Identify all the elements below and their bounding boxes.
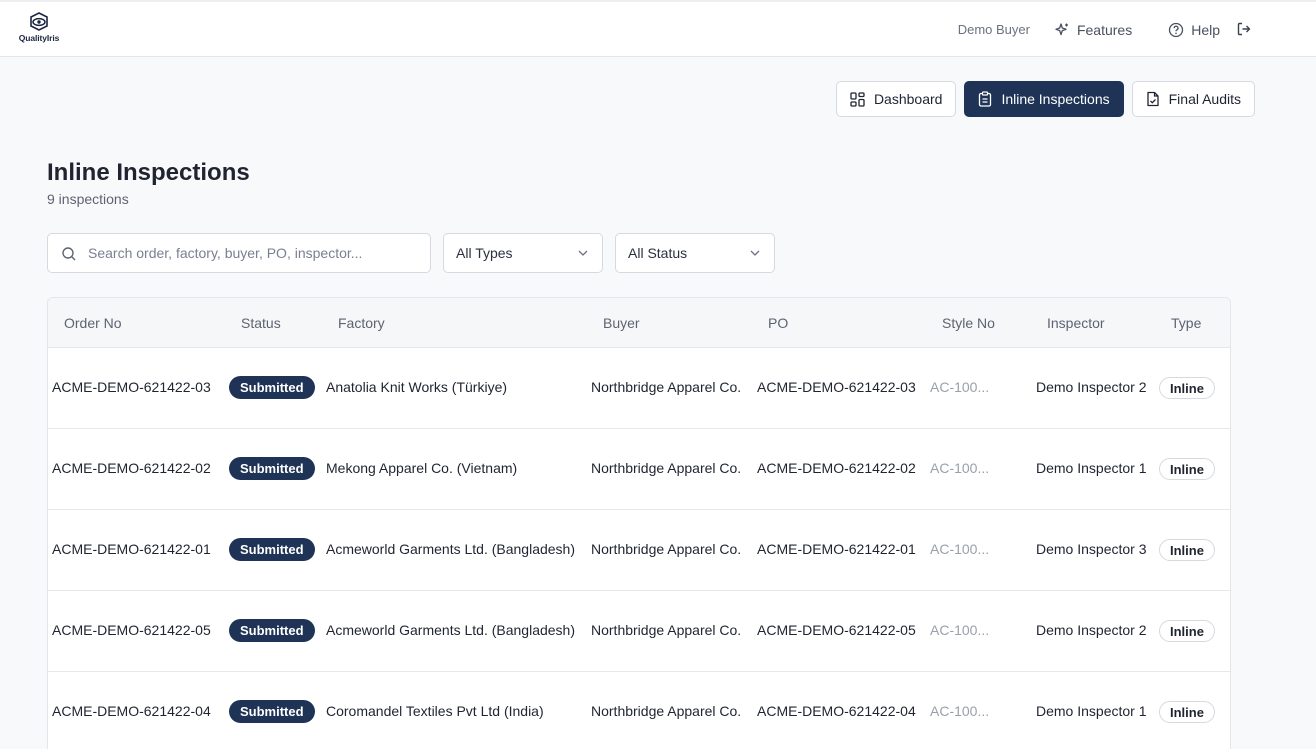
search-icon	[62, 247, 76, 261]
status-filter-select[interactable]: All Status	[615, 233, 775, 273]
table-header: Order No Status Factory Buyer PO Style N…	[48, 298, 1230, 348]
page-title: Inline Inspections	[47, 159, 250, 186]
top-bar: QualityIris Demo Buyer Features Help	[0, 0, 1316, 57]
search-box	[47, 233, 431, 273]
column-header-type[interactable]: Type	[1171, 315, 1201, 331]
features-label: Features	[1076, 21, 1133, 38]
status-badge: Submitted	[229, 619, 315, 642]
factory-cell: Acmeworld Garments Ltd. (Bangladesh)	[326, 541, 575, 557]
inline-inspections-button[interactable]: Inline Inspections	[964, 81, 1124, 117]
app-logo[interactable]: QualityIris	[14, 12, 64, 48]
order-no-cell: ACME-DEMO-621422-02	[52, 460, 211, 476]
style-no-cell: AC-100...	[930, 379, 990, 395]
column-header-order-no[interactable]: Order No	[64, 315, 122, 331]
logo-text: QualityIris	[18, 33, 60, 43]
factory-cell: Anatolia Knit Works (Türkiye)	[326, 379, 508, 395]
column-header-buyer[interactable]: Buyer	[603, 315, 640, 331]
factory-cell: Mekong Apparel Co. (Vietnam)	[326, 460, 518, 476]
buyer-cell: Northbridge Apparel Co.	[591, 703, 742, 719]
chevron-down-icon	[578, 250, 588, 256]
inspector-cell: Demo Inspector 3	[1036, 541, 1147, 557]
search-input[interactable]	[88, 242, 418, 264]
type-badge: Inline	[1159, 701, 1215, 723]
inspector-cell: Demo Inspector 1	[1036, 703, 1147, 719]
user-name: Demo Buyer	[957, 22, 1030, 37]
buyer-cell: Northbridge Apparel Co.	[591, 460, 742, 476]
type-badge: Inline	[1159, 620, 1215, 642]
status-badge: Submitted	[229, 700, 315, 723]
column-header-status[interactable]: Status	[241, 315, 281, 331]
style-no-cell: AC-100...	[930, 703, 990, 719]
table-row[interactable]: ACME-DEMO-621422-02 Submitted Mekong App…	[48, 429, 1230, 510]
chevron-down-icon	[750, 250, 760, 256]
file-check-icon	[1146, 91, 1159, 107]
po-cell: ACME-DEMO-621422-02	[757, 460, 916, 476]
order-no-cell: ACME-DEMO-621422-05	[52, 622, 211, 638]
style-no-cell: AC-100...	[930, 541, 990, 557]
buyer-cell: Northbridge Apparel Co.	[591, 379, 742, 395]
status-badge: Submitted	[229, 376, 315, 399]
column-header-po[interactable]: PO	[768, 315, 788, 331]
inspector-cell: Demo Inspector 1	[1036, 460, 1147, 476]
type-filter-value: All Types	[456, 245, 513, 261]
features-link[interactable]: Features	[1054, 22, 1132, 38]
help-label: Help	[1191, 21, 1220, 38]
inspector-cell: Demo Inspector 2	[1036, 622, 1147, 638]
view-switch: Dashboard Inline Inspections Final Audit…	[828, 81, 1255, 117]
order-no-cell: ACME-DEMO-621422-04	[52, 703, 211, 719]
logo-icon	[30, 12, 48, 31]
type-badge: Inline	[1159, 458, 1215, 480]
table-row[interactable]: ACME-DEMO-621422-04 Submitted Coromandel…	[48, 672, 1230, 749]
po-cell: ACME-DEMO-621422-05	[757, 622, 916, 638]
buyer-cell: Northbridge Apparel Co.	[591, 622, 742, 638]
buyer-cell: Northbridge Apparel Co.	[591, 541, 742, 557]
order-no-cell: ACME-DEMO-621422-03	[52, 379, 211, 395]
top-nav: Demo Buyer Features Help	[958, 2, 1256, 57]
logout-icon	[1237, 22, 1251, 36]
table-row[interactable]: ACME-DEMO-621422-05 Submitted Acmeworld …	[48, 591, 1230, 672]
inspections-table: Order No Status Factory Buyer PO Style N…	[47, 297, 1231, 749]
dashboard-label: Dashboard	[873, 91, 943, 107]
style-no-cell: AC-100...	[930, 460, 990, 476]
dashboard-button[interactable]: Dashboard	[835, 81, 957, 117]
logout-button[interactable]	[1236, 21, 1252, 42]
po-cell: ACME-DEMO-621422-01	[757, 541, 916, 557]
clipboard-icon	[979, 91, 992, 107]
grid-icon	[850, 91, 865, 107]
sparkle-icon	[1055, 22, 1068, 35]
help-link[interactable]: Help	[1168, 22, 1220, 38]
status-badge: Submitted	[229, 538, 315, 561]
factory-cell: Coromandel Textiles Pvt Ltd (India)	[326, 703, 544, 719]
factory-cell: Acmeworld Garments Ltd. (Bangladesh)	[326, 622, 575, 638]
style-no-cell: AC-100...	[930, 622, 990, 638]
column-header-inspector[interactable]: Inspector	[1047, 315, 1105, 331]
type-badge: Inline	[1159, 539, 1215, 561]
final-audits-button[interactable]: Final Audits	[1131, 81, 1255, 117]
po-cell: ACME-DEMO-621422-04	[757, 703, 916, 719]
status-filter-value: All Status	[628, 245, 688, 261]
inspection-count: 9 inspections	[47, 191, 129, 207]
table-row[interactable]: ACME-DEMO-621422-01 Submitted Acmeworld …	[48, 510, 1230, 591]
type-badge: Inline	[1159, 377, 1215, 399]
inspector-cell: Demo Inspector 2	[1036, 379, 1147, 395]
column-header-factory[interactable]: Factory	[338, 315, 385, 331]
table-row[interactable]: ACME-DEMO-621422-03 Submitted Anatolia K…	[48, 348, 1230, 429]
inline-inspections-label: Inline Inspections	[1001, 91, 1110, 107]
type-filter-select[interactable]: All Types	[443, 233, 603, 273]
final-audits-label: Final Audits	[1168, 91, 1241, 107]
order-no-cell: ACME-DEMO-621422-01	[52, 541, 211, 557]
help-circle-icon	[1169, 22, 1184, 37]
status-badge: Submitted	[229, 457, 315, 480]
column-header-style-no[interactable]: Style No	[942, 315, 995, 331]
po-cell: ACME-DEMO-621422-03	[757, 379, 916, 395]
